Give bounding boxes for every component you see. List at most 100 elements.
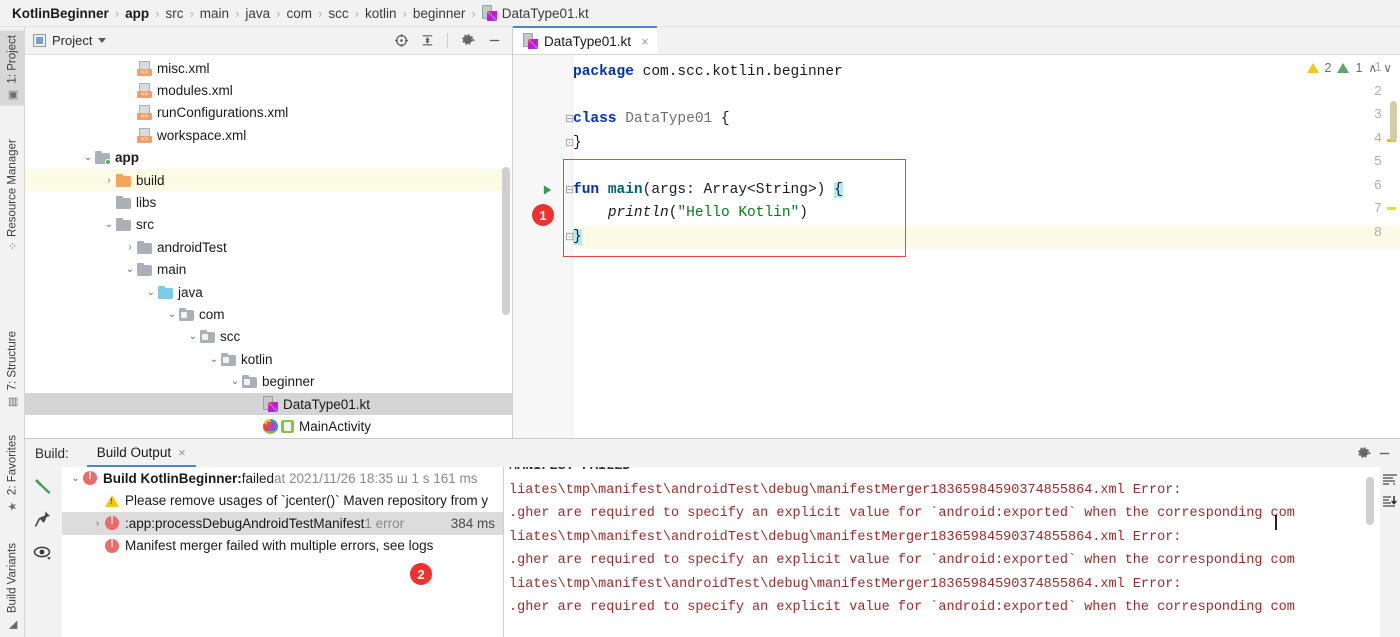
build-output-row[interactable]: Manifest merger failed with multiple err… <box>62 535 503 558</box>
code-line-8[interactable]: } <box>573 226 582 250</box>
tool-window-button-project[interactable]: ▣ 1: Project <box>0 31 25 106</box>
run-gutter-icon[interactable] <box>542 184 553 199</box>
tool-window-button-build-variants[interactable]: ◣ Build Variants <box>0 539 25 635</box>
breadcrumb-item-src[interactable]: src <box>165 6 183 21</box>
project-tree[interactable]: <> misc.xml <> modules.xml <> runConfiguratio… <box>25 55 512 438</box>
tool-window-button-resource-manager[interactable]: ⁘ Resource Manager <box>0 135 25 255</box>
code-token: "Hello Kotlin" <box>677 205 800 221</box>
minimize-icon[interactable] <box>1374 443 1394 463</box>
build-log-console[interactable]: MANIFEST FAILED liates\tmp\manifest\andro… <box>505 467 1380 637</box>
code-line-6[interactable]: fun main(args: Array<String>) { <box>573 179 843 203</box>
tree-node-misc-xml[interactable]: <> misc.xml <box>25 57 512 79</box>
code-token: DataType01 <box>625 111 713 127</box>
chevron-down-icon[interactable]: ⌄ <box>207 354 221 365</box>
tree-node-modules-xml[interactable]: <> modules.xml <box>25 79 512 101</box>
tree-node-label: androidTest <box>157 239 227 255</box>
project-scrollbar[interactable] <box>502 167 510 315</box>
chevron-down-icon[interactable]: ⌄ <box>144 287 158 298</box>
chevron-down-icon[interactable]: ⌄ <box>102 219 116 230</box>
build-output-row[interactable]: ⌄ Build KotlinBeginner: failed at 2021/11… <box>62 467 503 490</box>
breadcrumb-item-scc[interactable]: scc <box>328 6 348 21</box>
scroll-to-end-icon[interactable] <box>1381 493 1399 511</box>
chevron-right-icon[interactable]: › <box>123 242 137 253</box>
breadcrumb-item-beginner[interactable]: beginner <box>413 6 466 21</box>
gear-icon[interactable] <box>458 31 478 51</box>
tool-window-button-structure[interactable]: ▤ 7: Structure <box>0 327 25 412</box>
editor-tab-datatype01[interactable]: DataType01.kt × <box>513 26 657 54</box>
tree-node-build[interactable]: › build <box>25 168 512 192</box>
chevron-down-icon[interactable]: ⌄ <box>228 376 242 387</box>
chevron-down-icon[interactable]: ⌄ <box>165 309 179 320</box>
tree-node-app[interactable]: ⌄ app <box>25 147 512 169</box>
build-hammer-icon[interactable] <box>31 473 55 497</box>
tree-node-datatype01-kt[interactable]: DataType01.kt <box>25 392 512 416</box>
tree-node-workspace-xml[interactable]: <> workspace.xml <box>25 124 512 146</box>
close-icon[interactable]: × <box>178 445 186 460</box>
breadcrumb-item-file[interactable]: DataType01.kt <box>481 5 589 21</box>
tree-node-main[interactable]: ⌄ main <box>25 259 512 281</box>
breadcrumb-item-app[interactable]: app <box>125 6 149 21</box>
breadcrumb-item-com[interactable]: com <box>287 6 313 21</box>
pin-icon[interactable] <box>31 507 55 531</box>
code-line-4[interactable]: } <box>573 132 582 156</box>
build-output-tree[interactable]: ⌄ Build KotlinBeginner: failed at 2021/11… <box>62 467 504 637</box>
tree-node-label: build <box>136 172 165 188</box>
minimize-icon[interactable] <box>484 31 504 51</box>
folder-icon <box>137 263 152 277</box>
code-line-1[interactable]: package com.scc.kotlin.beginner <box>573 61 843 85</box>
breadcrumb-item-kotlinbeginner[interactable]: KotlinBeginner <box>12 6 109 21</box>
chevron-right-icon[interactable]: › <box>90 518 105 529</box>
code-line-7[interactable]: println("Hello Kotlin") <box>573 202 808 226</box>
build-output-row[interactable]: ›:app:processDebugAndroidTestManifest 1 … <box>62 512 503 535</box>
tree-node-runconfigurations-xml[interactable]: <> runConfigurations.xml <box>25 102 512 124</box>
code-fold-icon[interactable]: ⊟ <box>565 183 574 197</box>
chevron-down-icon[interactable]: ⌄ <box>81 152 95 163</box>
collapse-all-icon[interactable] <box>417 31 437 51</box>
chevron-down-icon[interactable] <box>98 38 107 43</box>
chevron-down-icon[interactable]: ⌄ <box>123 264 137 275</box>
locate-icon[interactable] <box>391 31 411 51</box>
breadcrumb-file-label: DataType01.kt <box>501 5 589 21</box>
tree-node-java[interactable]: ⌄ java <box>25 281 512 303</box>
soft-wrap-icon[interactable] <box>1381 471 1399 489</box>
tree-node-libs[interactable]: libs <box>25 191 512 213</box>
tree-node-androidtest[interactable]: › androidTest <box>25 236 512 258</box>
log-scrollbar[interactable] <box>1366 477 1374 525</box>
tree-node-src[interactable]: ⌄ src <box>25 214 512 236</box>
code-fold-icon[interactable]: ⊡ <box>565 136 574 150</box>
close-icon[interactable]: × <box>641 34 649 49</box>
tree-node-com[interactable]: ⌄ com <box>25 303 512 325</box>
build-log-line: MANIFEST FAILED <box>509 467 631 474</box>
build-log-line: liates\tmp\manifest\androidTest\debug\ma… <box>509 576 1182 592</box>
chevron-down-icon[interactable]: ⌄ <box>68 473 83 484</box>
tree-node-mainactivity[interactable]: MainActivity <box>25 415 512 437</box>
chevron-down-icon[interactable]: ⌄ <box>186 331 200 342</box>
breadcrumb-separator: › <box>155 5 160 21</box>
tree-node-scc[interactable]: ⌄ scc <box>25 326 512 348</box>
tree-node-beginner[interactable]: ⌄ beginner <box>25 370 512 392</box>
warning-icon <box>105 494 119 507</box>
tree-node-label: libs <box>136 195 157 211</box>
code-line-3[interactable]: class DataType01 { <box>573 108 730 132</box>
folder-icon <box>116 196 131 210</box>
breadcrumb-separator: › <box>354 5 359 21</box>
breadcrumb-item-kotlin[interactable]: kotlin <box>365 6 397 21</box>
code-token: ) <box>799 205 808 221</box>
gear-icon[interactable] <box>1354 443 1374 463</box>
chevron-right-icon[interactable]: › <box>102 175 116 186</box>
eye-icon[interactable] <box>31 541 55 565</box>
code-canvas[interactable]: 2 1 ∧ ∨ package com.scc.kotlin.beginner c… <box>513 55 1400 438</box>
build-log-toolbar <box>1380 467 1400 637</box>
tab-build-output[interactable]: Build Output × <box>86 439 196 467</box>
tree-node-label: workspace.xml <box>157 127 247 143</box>
tree-node-kotlin[interactable]: ⌄ kotlin <box>25 348 512 370</box>
build-output-row[interactable]: Please remove usages of `jcenter()` Mave… <box>62 490 503 513</box>
code-fold-icon[interactable]: ⊟ <box>565 112 574 126</box>
tool-window-button-favorites[interactable]: ★ 2: Favorites <box>0 431 25 517</box>
build-log-line: .gher are required to specify an explici… <box>509 600 1295 615</box>
editor-gutter[interactable] <box>513 55 573 438</box>
code-fold-icon[interactable]: ⊡ <box>565 230 574 244</box>
breadcrumb-item-java[interactable]: java <box>245 6 270 21</box>
breadcrumb-item-main[interactable]: main <box>200 6 229 21</box>
build-log-line: liates\tmp\manifest\androidTest\debug\ma… <box>509 482 1182 498</box>
